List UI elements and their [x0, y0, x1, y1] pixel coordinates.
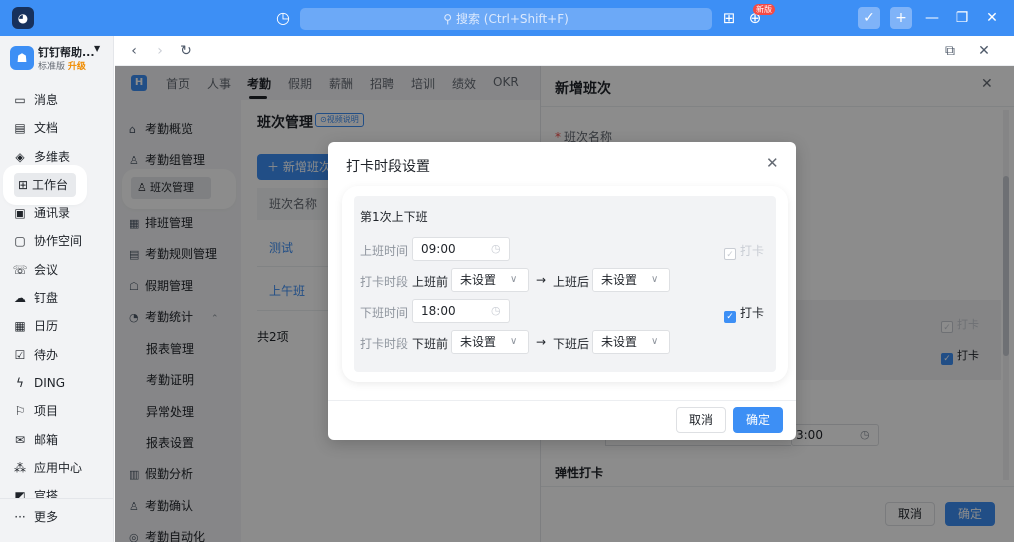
rail-divider: [0, 498, 113, 499]
refresh-icon[interactable]: ↻: [177, 42, 195, 60]
before-on-duty-select[interactable]: 未设置 ∨: [451, 268, 529, 292]
magic-wand-icon[interactable]: ✓: [858, 7, 880, 29]
dialog-footer-divider: [328, 400, 796, 401]
punch-period-card: 第1次上下班 上班时间 09:00 ◷ ✓ 打卡 打卡时段 上班前 未设置 ∨ → 上…: [354, 196, 776, 372]
drive-icon: ☁: [14, 291, 26, 305]
rail-item-messages[interactable]: ▭ 消息: [12, 88, 108, 112]
rail-item-build[interactable]: ◩ 官搭: [12, 484, 108, 498]
caret-down-icon: ▼: [94, 44, 101, 53]
rail-item-table[interactable]: ◈ 多维表: [12, 145, 108, 169]
rail-item-workbench[interactable]: ⊞ 工作台: [6, 168, 84, 202]
dialog-cancel-button[interactable]: 取消: [676, 407, 726, 433]
new-version-badge: 新版: [753, 4, 775, 15]
rail-item-ding[interactable]: ϟ DING: [12, 371, 108, 395]
after-off-duty-label: 下班后: [553, 337, 590, 351]
document-icon: ▤: [14, 121, 26, 135]
rail-item-calendar[interactable]: ▦ 日历: [12, 314, 108, 338]
on-duty-punch-checkbox[interactable]: ✓ 打卡: [724, 242, 764, 260]
close-page-icon[interactable]: ✕: [975, 42, 993, 60]
checkbox-disabled-icon: ✓: [724, 248, 736, 260]
contacts-icon: ▣: [14, 206, 26, 220]
period-heading: 第1次上下班: [360, 210, 428, 224]
chevron-down-icon: ∨: [510, 274, 518, 285]
on-duty-range-label: 打卡时段: [360, 275, 409, 289]
project-icon: ⚐: [14, 404, 26, 418]
chevron-down-icon: ∨: [651, 274, 659, 285]
clock-icon: ◷: [491, 242, 501, 255]
left-rail: ☗ 钉钉帮助... ▼ 标准版 升级 ▭ 消息 ▤ 文档 ◈ 多维表 ⊞ 工作台 ▣ 通讯…: [0, 36, 114, 542]
before-on-duty-label: 上班前: [412, 275, 449, 289]
off-duty-range-label: 打卡时段: [360, 337, 409, 351]
more-icon: ···: [14, 510, 26, 524]
after-on-duty-label: 上班后: [553, 275, 590, 289]
rail-item-contacts[interactable]: ▣ 通讯录: [12, 201, 108, 225]
dialog-title: 打卡时段设置: [346, 159, 430, 175]
on-duty-time-input[interactable]: 09:00 ◷: [412, 237, 510, 261]
chevron-down-icon: ∨: [651, 336, 659, 347]
ding-icon: ϟ: [16, 376, 24, 390]
global-search-input[interactable]: ⚲ 搜索 (Ctrl+Shift+F): [300, 8, 712, 30]
history-icon[interactable]: ◷: [274, 9, 292, 27]
workbench-icon: ⊞: [18, 178, 29, 192]
arrow-icon: →: [536, 335, 547, 349]
off-duty-time-input[interactable]: 18:00 ◷: [412, 299, 510, 323]
rail-item-mail[interactable]: ✉ 邮箱: [12, 428, 108, 452]
rail-item-docs[interactable]: ▤ 文档: [12, 116, 108, 140]
rail-item-more[interactable]: ··· 更多: [12, 505, 108, 529]
rail-item-meeting[interactable]: ☏ 会议: [12, 258, 108, 282]
close-window-icon[interactable]: ✕: [982, 8, 1002, 28]
rail-item-project[interactable]: ⚐ 项目: [12, 399, 108, 423]
search-icon: ⚲: [443, 12, 452, 26]
rail-item-workspace[interactable]: ▢ 协作空间: [12, 229, 108, 253]
table-icon: ◈: [15, 150, 25, 164]
checkbox-checked-icon: ✓: [724, 311, 736, 323]
minimize-icon[interactable]: —: [922, 8, 942, 28]
mail-icon: ✉: [14, 433, 26, 447]
after-on-duty-select[interactable]: 未设置 ∨: [592, 268, 670, 292]
plus-icon[interactable]: +: [890, 7, 912, 29]
org-name: 钉钉帮助...: [38, 46, 95, 59]
before-off-duty-select[interactable]: 未设置 ∨: [451, 330, 529, 354]
clock-icon: ◷: [491, 304, 501, 317]
forward-icon[interactable]: ›: [151, 42, 169, 60]
workspace-icon: ▢: [14, 234, 26, 248]
dialog-close-icon[interactable]: ✕: [766, 154, 779, 172]
title-bar: ◕ ◷ ⚲ 搜索 (Ctrl+Shift+F) ⊞ ⊕ 新版 ✓ + — ❐ ✕: [0, 0, 1014, 36]
org-switcher[interactable]: ☗ 钉钉帮助... ▼ 标准版 升级: [8, 44, 108, 74]
rail-item-apps[interactable]: ⁂ 应用中心: [12, 456, 108, 480]
off-duty-time-label: 下班时间: [360, 306, 409, 320]
punch-period-panel: 第1次上下班 上班时间 09:00 ◷ ✓ 打卡 打卡时段 上班前 未设置 ∨ → 上…: [344, 188, 786, 380]
rail-item-todo[interactable]: ☑ 待办: [12, 343, 108, 367]
punch-time-settings-dialog: 打卡时段设置 ✕ 第1次上下班 上班时间 09:00 ◷ ✓ 打卡 打卡时段 上班前…: [328, 142, 796, 440]
nav-toolbar: ‹ › ↻ ⧉ ✕: [115, 36, 1014, 66]
restore-icon[interactable]: ❐: [952, 8, 972, 28]
org-edition: 标准版 升级: [38, 62, 86, 72]
build-icon: ◩: [14, 489, 26, 498]
add-apps-icon[interactable]: ⊞: [719, 8, 739, 28]
chevron-down-icon: ∨: [510, 336, 518, 347]
calendar-icon: ▦: [14, 319, 26, 333]
off-duty-punch-checkbox[interactable]: ✓ 打卡: [724, 304, 764, 323]
todo-icon: ☑: [14, 348, 26, 362]
on-duty-time-label: 上班时间: [360, 244, 409, 258]
org-avatar: ☗: [10, 46, 34, 70]
open-external-icon[interactable]: ⧉: [941, 42, 959, 60]
message-icon: ▭: [14, 93, 26, 107]
dingtalk-logo-icon[interactable]: ◕: [12, 7, 34, 29]
before-off-duty-label: 下班前: [412, 337, 449, 351]
back-icon[interactable]: ‹: [125, 42, 143, 60]
after-off-duty-select[interactable]: 未设置 ∨: [592, 330, 670, 354]
upgrade-link[interactable]: 升级: [68, 62, 86, 72]
search-placeholder: 搜索 (Ctrl+Shift+F): [455, 12, 569, 26]
meeting-icon: ☏: [12, 263, 28, 277]
dialog-confirm-button[interactable]: 确定: [733, 407, 783, 433]
apps-icon: ⁂: [14, 461, 26, 475]
arrow-icon: →: [536, 273, 547, 287]
rail-item-drive[interactable]: ☁ 钉盘: [12, 286, 108, 310]
